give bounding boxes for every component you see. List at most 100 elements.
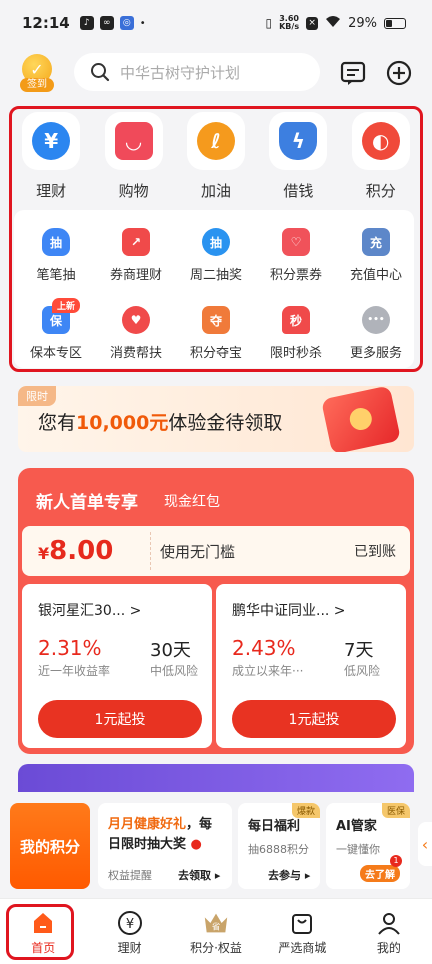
svg-text:¥: ¥ <box>125 917 133 932</box>
ai-badge: 1 <box>390 855 402 867</box>
bag-icon <box>288 909 316 937</box>
coupon[interactable]: ¥8.00 使用无门槛 已到账 <box>22 526 410 576</box>
health-sub: 权益提醒 <box>108 869 152 882</box>
expand-arrow-icon[interactable]: ‹ <box>418 822 432 866</box>
yuan-circle-icon: ¥ <box>116 909 144 937</box>
heart-hands-icon: ♥ <box>122 306 150 334</box>
tab-licai[interactable]: ¥ 理财 <box>86 899 172 964</box>
lottery-bag-icon: 抽 <box>42 228 70 256</box>
grid-item-duobao[interactable]: 夺 积分夺宝 <box>176 306 256 361</box>
search-input[interactable]: 中华古树守护计划 <box>74 53 320 91</box>
lottery-circle-icon: 抽 <box>202 228 230 256</box>
grid-item-miaosha[interactable]: 秒 限时秒杀 <box>256 306 336 361</box>
app-notification-icon: ◎ <box>119 16 134 30</box>
service-gouwu[interactable]: ◡ 购物 <box>99 112 169 208</box>
fund-name[interactable]: 鹏华中证同业... > <box>232 600 346 620</box>
health-title: 月月健康好礼，每 日限时抽大奖 ● <box>108 817 213 852</box>
fund-term: 7天 <box>344 640 374 661</box>
points-icon: ◐ <box>361 122 400 160</box>
tab-mall[interactable]: 严选商城 <box>259 899 345 964</box>
ticket-icon: ♡ <box>282 228 310 256</box>
promo-title: 新人首单专享 <box>36 493 138 513</box>
tab-points[interactable]: 省 积分·权益 <box>173 899 259 964</box>
ai-butler-card[interactable]: 医保 AI管家 一键懂你 去了解 1 <box>326 803 410 889</box>
sign-in-label: 签到 <box>20 78 54 92</box>
sign-in-button[interactable]: ✓ 签到 <box>20 54 54 94</box>
grid-item-chongzhi[interactable]: 充 充值中心 <box>336 228 416 283</box>
no-sim-icon: × <box>306 16 319 30</box>
my-points-card[interactable]: 我的积分 <box>10 803 90 889</box>
ai-sub: 一键懂你 <box>336 843 380 856</box>
trial-fund-banner[interactable]: 限时 您有10,000元体验金待领取 <box>18 386 414 452</box>
top-services: ¥ 理财 ◡ 购物 ℓ 加油 ϟ 借钱 ◐ 积分 <box>10 112 422 208</box>
service-jifen[interactable]: ◐ 积分 <box>346 112 416 208</box>
health-gift-card[interactable]: 月月健康好礼，每 日限时抽大奖 ● 权益提醒 去领取 ▸ <box>98 803 232 889</box>
grid-item-quanshang[interactable]: ↗ 券商理财 <box>96 228 176 283</box>
hot-ribbon: 爆款 <box>291 803 320 818</box>
banner-text: 您有10,000元体验金待领取 <box>38 412 283 434</box>
promo-subtitle: 现金红包 <box>164 494 220 510</box>
service-jiayou[interactable]: ℓ 加油 <box>181 112 251 208</box>
svg-text:省: 省 <box>212 922 220 932</box>
invest-button[interactable]: 1元起投 <box>232 700 396 738</box>
shield-house-icon: 保 上新 <box>42 298 81 334</box>
grid-item-bangfu[interactable]: ♥ 消费帮扶 <box>96 306 176 361</box>
fund-card-1[interactable]: 银河星汇30... > 2.31% 近一年收益率 30天 中低风险 1元起投 <box>22 584 212 748</box>
search-placeholder: 中华古树守护计划 <box>120 63 241 82</box>
red-envelope-icon <box>320 386 402 452</box>
treasure-icon: 夺 <box>202 306 230 334</box>
ai-title: AI管家 <box>336 819 377 834</box>
grid-item-zhouer[interactable]: 抽 周二抽奖 <box>176 228 256 283</box>
medical-ribbon: 医保 <box>381 803 410 818</box>
tiktok-icon: ♪ <box>79 16 94 30</box>
daily-action[interactable]: 去参与 ▸ <box>268 867 310 883</box>
daily-title: 每日福利 <box>248 819 301 834</box>
coupon-amount: ¥8.00 <box>38 536 114 566</box>
invest-button[interactable]: 1元起投 <box>38 700 202 738</box>
status-bar: 12:14 ♪ ∞ ◎ • ▯ 3.60 KB/s × 29% <box>0 0 432 46</box>
status-time: 12:14 <box>22 14 70 32</box>
fund-name[interactable]: 银河星汇30... > <box>38 600 141 620</box>
service-licai[interactable]: ¥ 理财 <box>16 112 86 208</box>
yuan-icon: ¥ <box>32 122 71 160</box>
fund-rate: 2.43% <box>232 636 296 660</box>
recharge-icon: 充 <box>362 228 390 256</box>
coupon-status: 已到账 <box>354 544 396 560</box>
new-badge: 上新 <box>52 298 81 313</box>
fund-card-2[interactable]: 鹏华中证同业... > 2.43% 成立以来年··· 7天 低风险 1元起投 <box>216 584 406 748</box>
trend-chart-icon: ↗ <box>122 228 150 256</box>
limited-tag: 限时 <box>18 386 56 406</box>
fund-risk: 中低风险 <box>150 664 199 678</box>
vibrate-icon: ▯ <box>265 16 273 30</box>
grid-item-piaoquan[interactable]: ♡ 积分票券 <box>256 228 336 283</box>
tab-me[interactable]: 我的 <box>346 899 432 964</box>
network-speed: 3.60 KB/s <box>279 14 300 31</box>
fund-rate: 2.31% <box>38 636 102 660</box>
grid-item-baoben[interactable]: 保 上新 保本专区 <box>16 298 96 361</box>
home-highlight-frame <box>6 904 74 960</box>
fund-rate-label: 近一年收益率 <box>38 664 111 678</box>
flash-sale-icon: 秒 <box>282 306 310 334</box>
daily-sub: 抽6888积分 <box>248 843 309 856</box>
header: ✓ 签到 中华古树守护计划 <box>0 46 432 102</box>
battery-text: 29% <box>348 15 377 31</box>
coupon-divider <box>150 532 151 570</box>
service-jieqian[interactable]: ϟ 借钱 <box>263 112 333 208</box>
fund-rate-label: 成立以来年··· <box>232 664 304 678</box>
grid-item-more[interactable]: ••• 更多服务 <box>336 306 416 361</box>
new-user-promo-card: 新人首单专享 现金红包 ¥8.00 使用无门槛 已到账 银河星汇30... > … <box>18 468 414 754</box>
ai-action[interactable]: 去了解 <box>360 865 400 882</box>
fund-term: 30天 <box>150 640 191 661</box>
shopping-bag-icon: ◡ <box>114 122 153 160</box>
coupon-use: 使用无门槛 <box>160 543 236 561</box>
daily-welfare-card[interactable]: 爆款 每日福利 抽6888积分 去参与 ▸ <box>238 803 320 889</box>
search-icon <box>91 63 110 82</box>
message-icon[interactable] <box>340 60 366 86</box>
health-action[interactable]: 去领取 ▸ <box>178 867 220 883</box>
add-icon[interactable] <box>386 60 412 86</box>
lightning-shield-icon: ϟ <box>279 122 318 160</box>
wifi-icon <box>325 15 341 31</box>
fund-risk: 低风险 <box>344 664 381 678</box>
grid-item-bibichou[interactable]: 抽 笔笔抽 <box>16 228 96 283</box>
dot-icon: • <box>139 17 146 29</box>
